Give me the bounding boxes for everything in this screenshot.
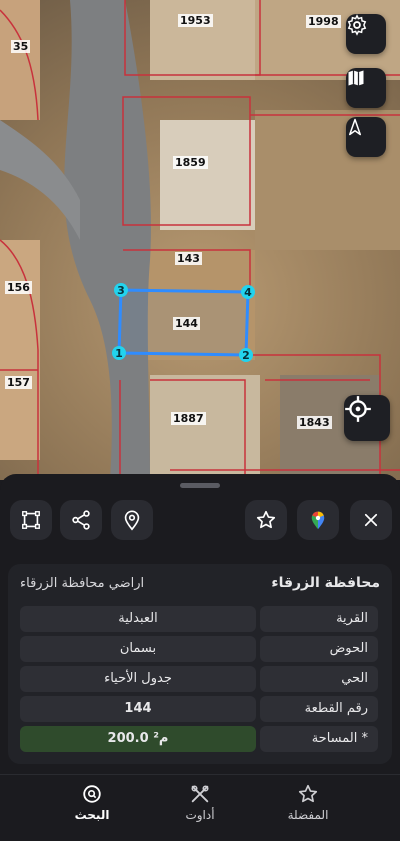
village-value: العبدلية [20,606,256,632]
share-button[interactable] [60,500,102,540]
compass-icon [349,118,361,136]
info-row-parcel-number: 144 رقم القطعة [20,696,378,722]
gear-icon [347,14,367,36]
basin-value: بسمان [20,636,256,662]
sheet-drag-handle[interactable] [180,483,220,488]
parcel-label: 157 [5,376,32,389]
nav-tools-label: أداوت [185,808,215,822]
parcel-number-value: 144 [20,696,256,722]
governorate-title: محافظة الزرقاء [271,575,380,591]
vertex-markers: 1 2 3 4 [112,283,255,362]
map-view[interactable]: 1 2 3 4 1953 1998 35 1859 143 144 156 15… [0,0,400,480]
location-pin-button[interactable] [111,500,153,540]
star-icon [256,510,276,529]
draw-polygon-button[interactable] [10,500,52,540]
parcel-label: 1859 [173,156,208,169]
info-row-district: جدول الأحياء الحي [20,666,378,692]
vertex-3-label: 3 [117,284,125,297]
parcel-details-sheet: اراضي محافظة الزرقاء محافظة الزرقاء العب… [0,474,400,841]
pin-icon [124,510,140,531]
vertex-1-label: 1 [115,347,123,360]
star-icon [298,784,318,803]
nav-favorites[interactable]: المفضلة [263,783,353,822]
polygon-icon [22,511,40,529]
parcel-label: 35 [11,40,31,53]
area-label: المساحة * [260,726,378,752]
parcel-label: 143 [175,252,202,265]
close-button[interactable] [350,500,392,540]
bottom-navigation: البحث أداوت المفضلة [0,774,400,841]
parcel-label: 156 [5,281,32,294]
nav-search-label: البحث [74,808,110,822]
info-row-area: 200.0 م² المساحة * [20,726,378,752]
nav-tools[interactable]: أداوت [155,783,245,822]
settings-button[interactable] [346,14,386,54]
map-icon [348,70,364,86]
compass-button[interactable] [346,117,386,157]
vertex-2-label: 2 [242,349,250,362]
parcel-label: 144 [173,317,200,330]
locate-icon [345,396,371,422]
close-icon [364,513,378,527]
card-header: اراضي محافظة الزرقاء محافظة الزرقاء [8,564,392,602]
search-icon [83,785,101,803]
share-icon [72,510,90,530]
info-row-village: العبدلية القرية [20,606,378,632]
map-layers-button[interactable] [346,68,386,108]
open-in-google-maps-button[interactable] [297,500,339,540]
nav-favorites-label: المفضلة [287,808,329,822]
google-maps-icon [311,511,325,530]
favorite-button[interactable] [245,500,287,540]
parcel-label: 1843 [297,416,332,429]
parcel-label: 1953 [178,14,213,27]
info-row-basin: بسمان الحوض [20,636,378,662]
district-label: الحي [260,666,378,692]
parcel-label: 1887 [171,412,206,425]
nav-search[interactable]: البحث [47,783,137,822]
district-value: جدول الأحياء [20,666,256,692]
basin-label: الحوض [260,636,378,662]
locate-me-button[interactable] [344,395,390,441]
dataset-name: اراضي محافظة الزرقاء [20,575,145,591]
village-label: القرية [260,606,378,632]
parcel-number-label: رقم القطعة [260,696,378,722]
vertex-4-label: 4 [244,286,252,299]
parcel-info-card: اراضي محافظة الزرقاء محافظة الزرقاء العب… [8,564,392,764]
parcel-label: 1998 [306,15,341,28]
tools-icon [191,785,209,803]
area-value: 200.0 م² [20,726,256,752]
